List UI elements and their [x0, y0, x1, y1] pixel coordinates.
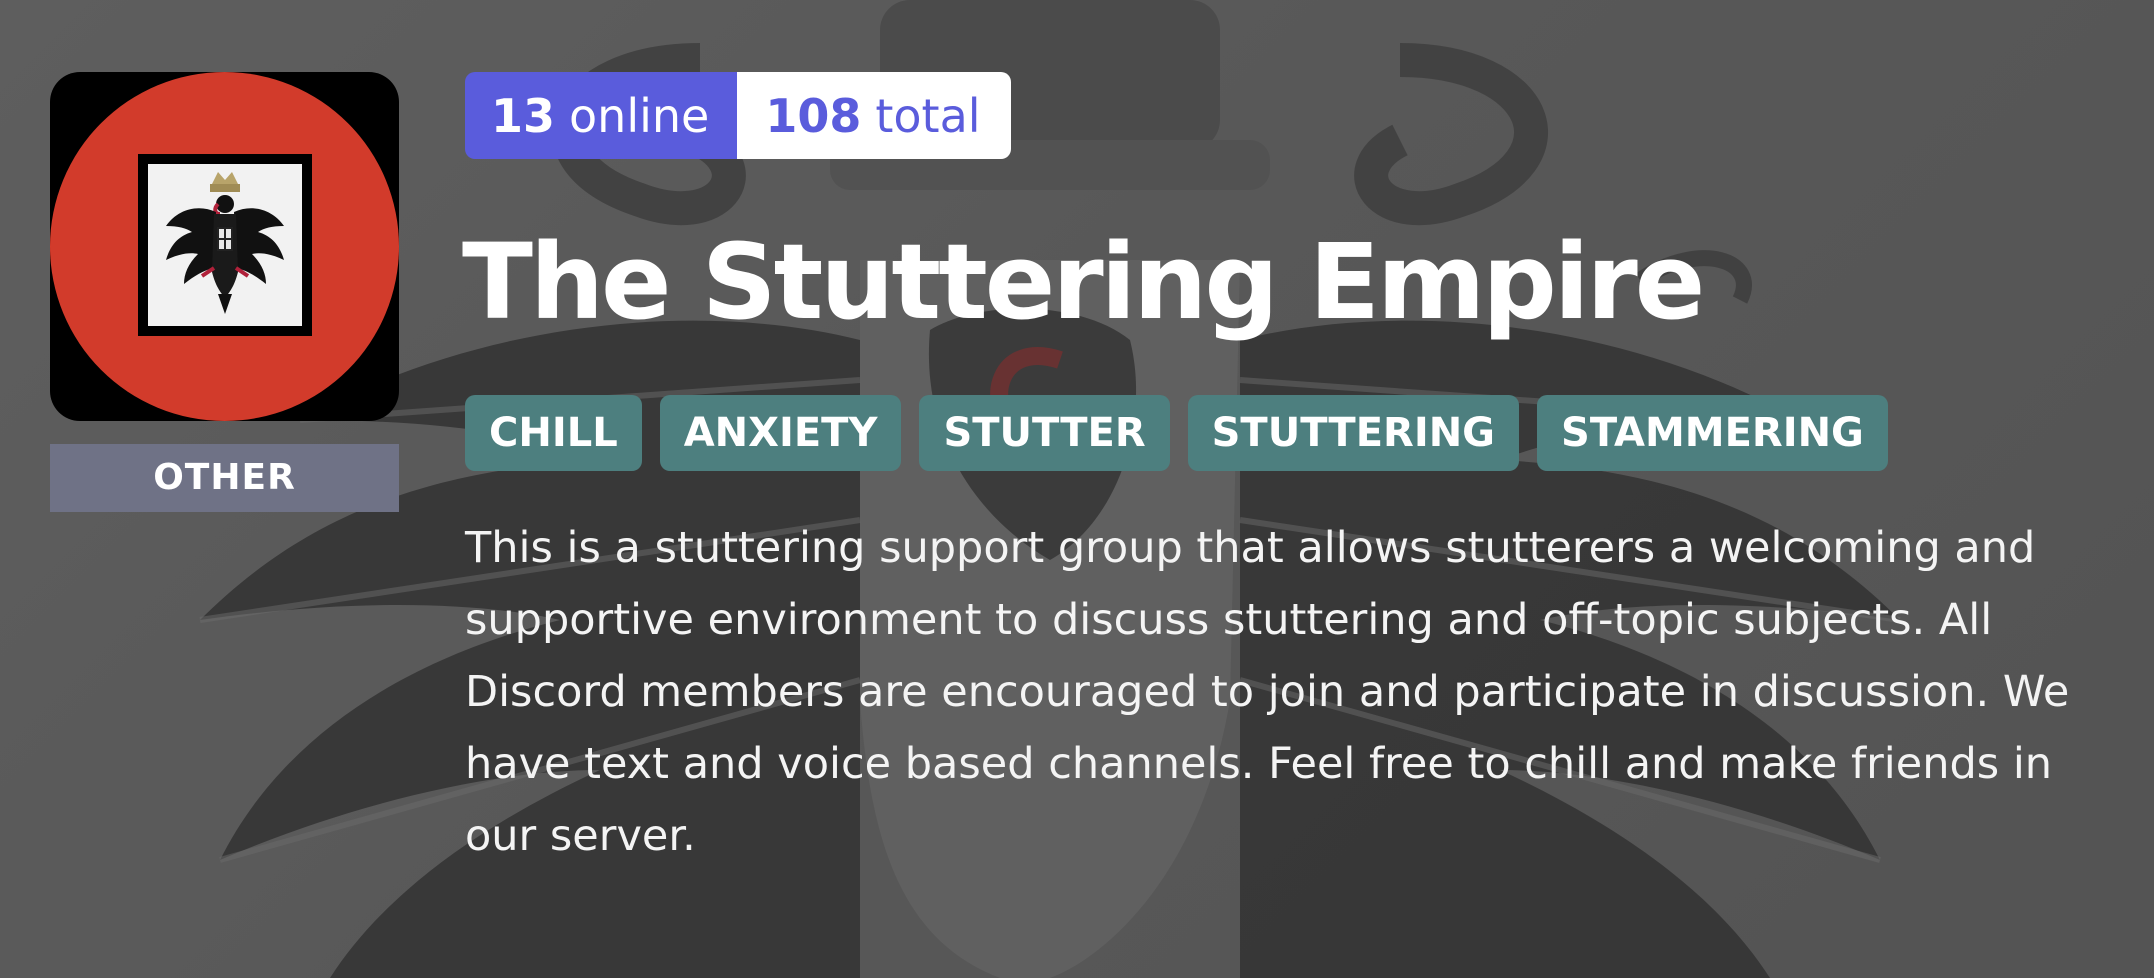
online-count-pill: 13 online	[465, 72, 738, 159]
tag-stuttering[interactable]: STUTTERING	[1187, 395, 1520, 471]
tag-anxiety[interactable]: ANXIETY	[659, 395, 902, 471]
tag-stammering[interactable]: STAMMERING	[1537, 395, 1888, 471]
member-counts: 13 online 108 total	[465, 72, 1011, 159]
online-count: 13	[491, 88, 556, 143]
online-label: online	[569, 88, 710, 143]
total-label: total	[875, 88, 981, 143]
tag-chill[interactable]: CHILL	[465, 395, 642, 471]
total-count-pill: 108 total	[737, 72, 1011, 159]
server-description: This is a stuttering support group that …	[465, 523, 2070, 861]
tag-list: CHILL ANXIETY STUTTER STUTTERING STAMMER…	[465, 395, 1888, 471]
tag-stutter[interactable]: STUTTER	[919, 395, 1170, 471]
server-title[interactable]: The Stuttering Empire	[462, 218, 1705, 346]
category-badge[interactable]: OTHER	[50, 444, 399, 512]
imperial-eagle-icon	[148, 164, 302, 326]
server-icon[interactable]	[50, 72, 399, 421]
total-count: 108	[765, 88, 862, 143]
